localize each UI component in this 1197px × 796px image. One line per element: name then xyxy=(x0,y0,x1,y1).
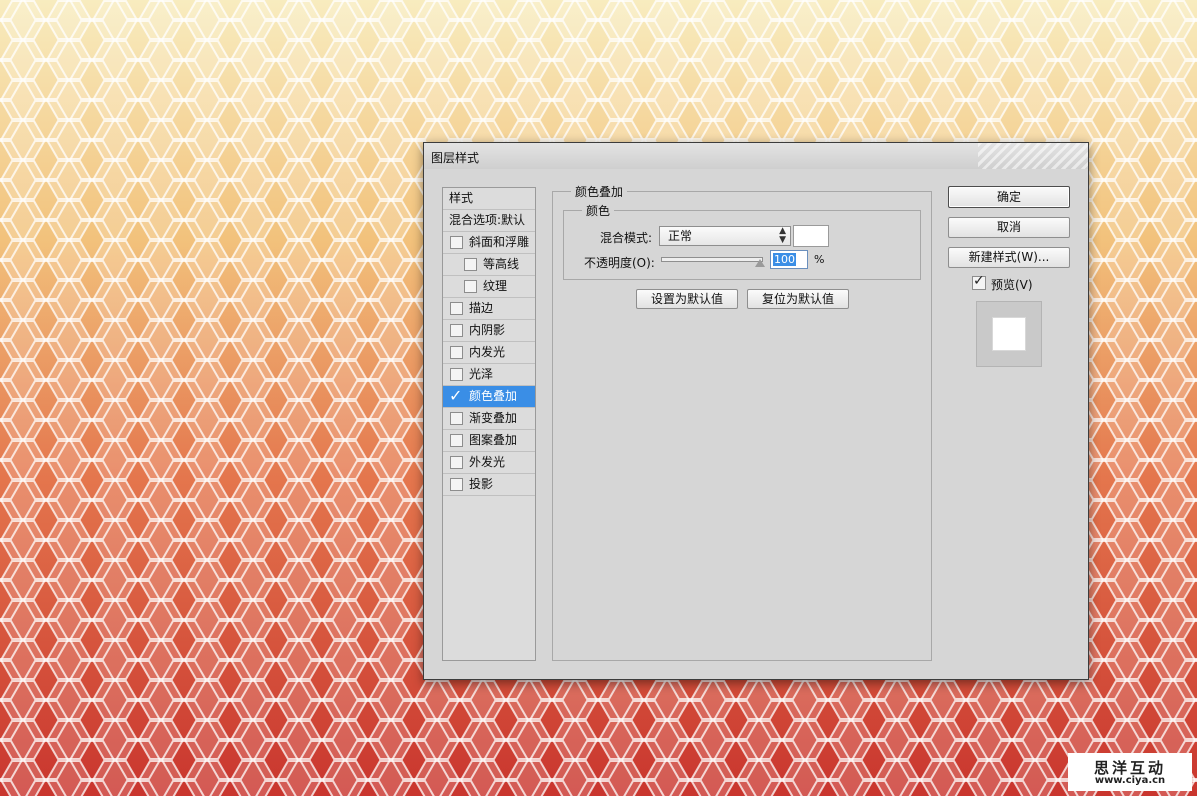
styles-header-label: 样式 xyxy=(449,191,474,205)
blend-mode-select[interactable]: 正常 ▲ ▼ xyxy=(659,226,791,246)
style-item[interactable]: 内阴影 xyxy=(443,320,535,342)
opacity-input-value: 100 xyxy=(773,253,796,266)
style-item-label: 纹理 xyxy=(483,279,508,293)
style-item-label: 颜色叠加 xyxy=(469,389,518,403)
blend-options-label: 混合选项:默认 xyxy=(449,213,526,227)
style-item-label: 描边 xyxy=(469,301,494,315)
style-item[interactable]: 斜面和浮雕 xyxy=(443,232,535,254)
watermark-logo: 思洋互动 www.ciya.cn xyxy=(1068,753,1192,791)
style-item-label: 光泽 xyxy=(469,367,494,381)
style-item-label: 渐变叠加 xyxy=(469,411,518,425)
opacity-slider-track[interactable] xyxy=(661,257,763,262)
style-item-checkbox[interactable] xyxy=(464,280,477,293)
preview-label: 预览(V) xyxy=(991,278,1033,292)
blend-options-item[interactable]: 混合选项:默认 xyxy=(443,210,535,232)
cancel-button[interactable]: 取消 xyxy=(948,217,1070,238)
dialog-title: 图层样式 xyxy=(431,151,480,165)
new-style-button[interactable]: 新建样式(W)... xyxy=(948,247,1070,268)
style-item-checkbox[interactable] xyxy=(450,368,463,381)
opacity-slider-thumb[interactable] xyxy=(755,259,765,267)
styles-header[interactable]: 样式 xyxy=(443,188,535,210)
style-item-label: 图案叠加 xyxy=(469,433,518,447)
style-item-label: 内阴影 xyxy=(469,323,506,337)
dialog-titlebar[interactable]: 图层样式 xyxy=(424,143,1088,169)
style-item-checkbox[interactable] xyxy=(450,412,463,425)
updown-arrows-icon: ▲ ▼ xyxy=(779,226,786,245)
titlebar-grip xyxy=(978,143,1088,169)
color-overlay-title: 颜色叠加 xyxy=(571,183,628,200)
style-item-checkbox[interactable] xyxy=(450,236,463,249)
style-preview-thumbnail xyxy=(976,301,1042,367)
opacity-label: 不透明度(O): xyxy=(584,256,655,270)
checkmark-icon: ✓ xyxy=(973,273,985,289)
style-item[interactable]: ✓ 颜色叠加 xyxy=(443,386,535,408)
style-item-checkbox[interactable] xyxy=(450,478,463,491)
style-item-checkbox[interactable] xyxy=(450,456,463,469)
layer-style-dialog: 图层样式 样式 混合选项:默认 斜面和浮雕等高线纹理描边内阴影内发光光泽 ✓ 颜色叠… xyxy=(423,142,1089,680)
opacity-input[interactable]: 100 xyxy=(770,250,808,269)
style-item[interactable]: 等高线 xyxy=(443,254,535,276)
style-item-checkbox[interactable]: ✓ xyxy=(449,386,462,405)
style-item[interactable]: 外发光 xyxy=(443,452,535,474)
preview-checkbox[interactable]: ✓ xyxy=(972,273,986,290)
preview-swatch xyxy=(992,317,1026,351)
style-item-label: 内发光 xyxy=(469,345,506,359)
checkmark-icon: ✓ xyxy=(449,386,463,405)
reset-default-button[interactable]: 复位为默认值 xyxy=(747,289,849,309)
style-item[interactable]: 描边 xyxy=(443,298,535,320)
style-item-label: 斜面和浮雕 xyxy=(469,235,530,249)
style-item-checkbox[interactable] xyxy=(450,302,463,315)
blend-mode-label: 混合模式: xyxy=(600,231,653,245)
style-item[interactable]: 内发光 xyxy=(443,342,535,364)
watermark-url: www.ciya.cn xyxy=(1094,775,1166,786)
style-item-label: 投影 xyxy=(469,477,494,491)
style-item-label: 外发光 xyxy=(469,455,506,469)
opacity-unit: % xyxy=(814,253,825,266)
style-item-checkbox[interactable] xyxy=(450,434,463,447)
style-item[interactable]: 光泽 xyxy=(443,364,535,386)
ok-button[interactable]: 确定 xyxy=(948,186,1070,208)
color-overlay-panel: 颜色叠加 颜色 混合模式: 正常 ▲ ▼ 不透明度(O): 100 % 设置为默认… xyxy=(552,183,932,661)
color-subpanel-title: 颜色 xyxy=(582,202,615,219)
style-item-checkbox[interactable] xyxy=(450,324,463,337)
style-item[interactable]: 纹理 xyxy=(443,276,535,298)
color-subpanel: 颜色 混合模式: 正常 ▲ ▼ 不透明度(O): 100 % xyxy=(563,202,921,280)
set-default-button[interactable]: 设置为默认值 xyxy=(636,289,738,309)
style-item-label: 等高线 xyxy=(483,257,520,271)
blend-mode-value: 正常 xyxy=(668,229,693,243)
style-item-checkbox[interactable] xyxy=(464,258,477,271)
style-item[interactable]: 图案叠加 xyxy=(443,430,535,452)
style-item-checkbox[interactable] xyxy=(450,346,463,359)
style-item[interactable]: 投影 xyxy=(443,474,535,496)
styles-list: 样式 混合选项:默认 斜面和浮雕等高线纹理描边内阴影内发光光泽 ✓ 颜色叠加渐变叠加… xyxy=(442,187,536,661)
style-item[interactable]: 渐变叠加 xyxy=(443,408,535,430)
overlay-color-swatch[interactable] xyxy=(793,225,829,247)
